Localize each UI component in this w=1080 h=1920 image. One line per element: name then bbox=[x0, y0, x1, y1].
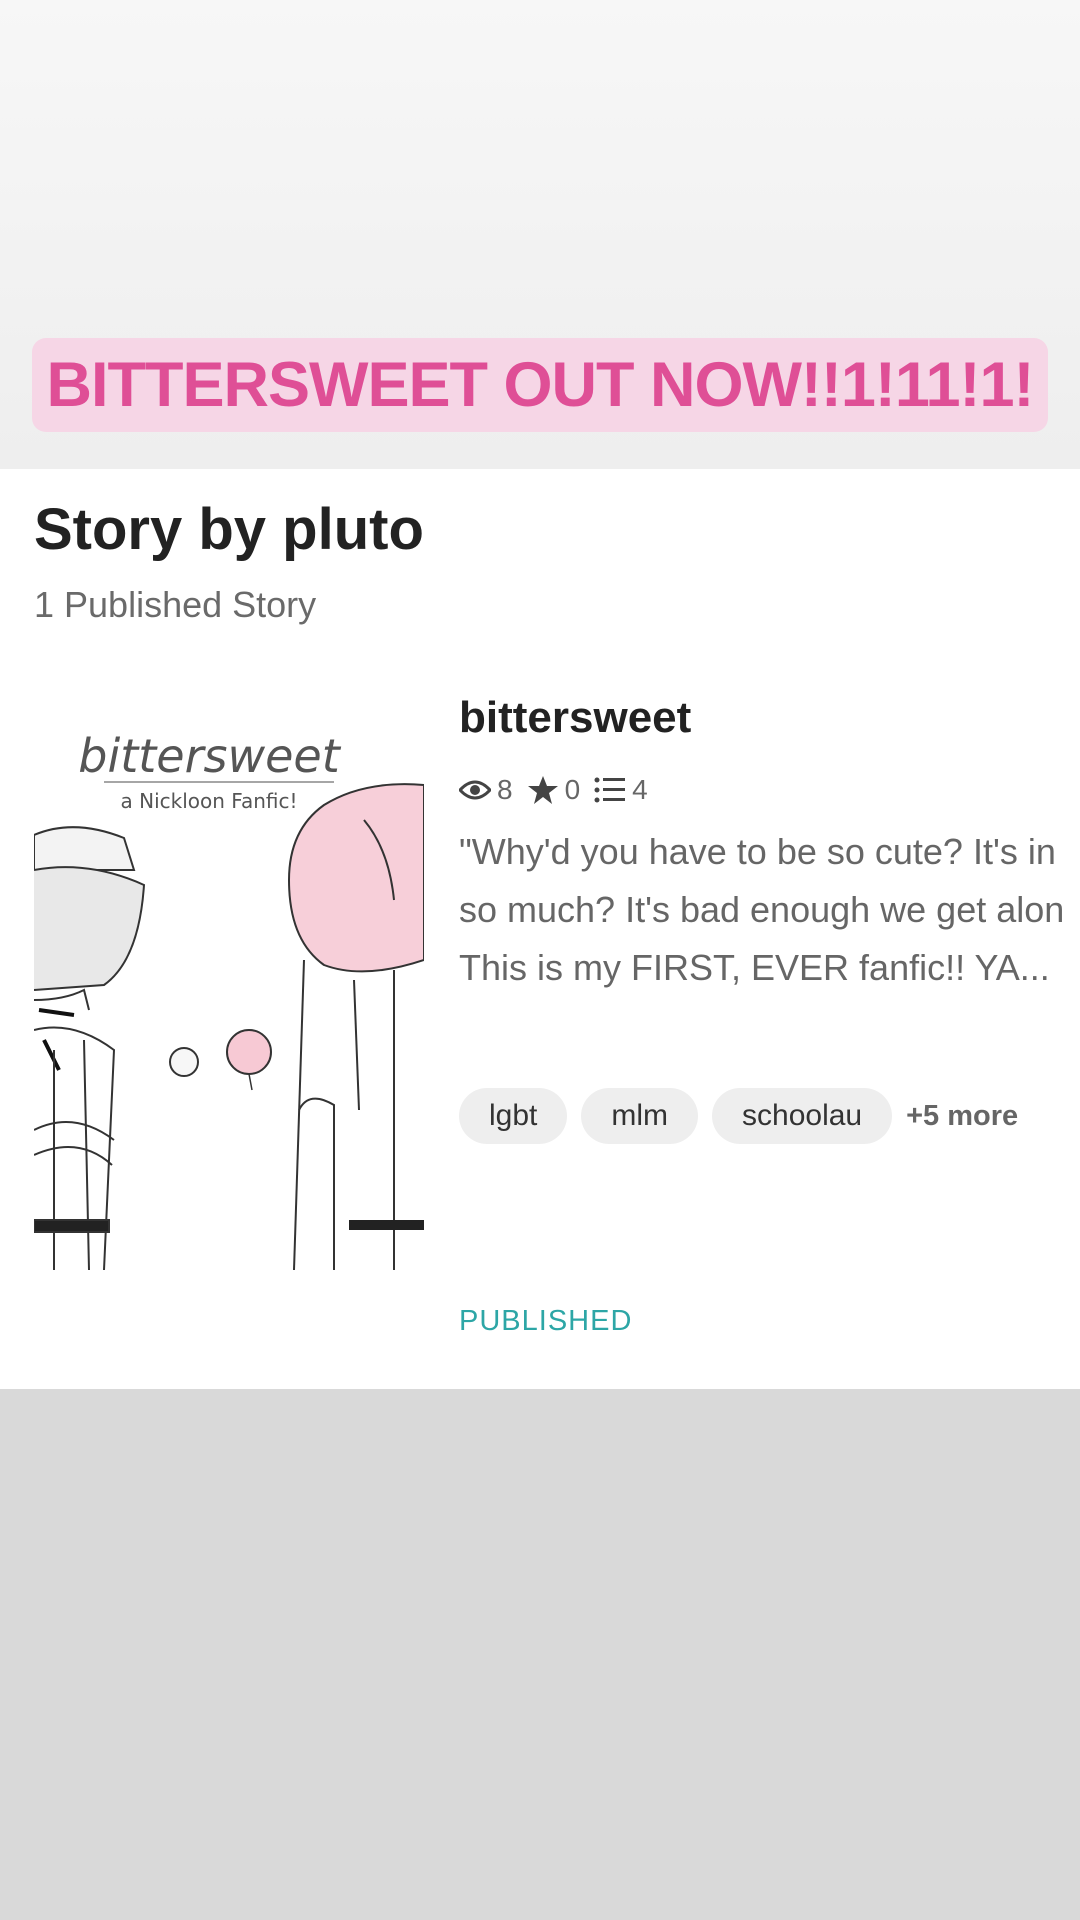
banner-text: BITTERSWEET OUT NOW!!1!11!1! bbox=[46, 350, 1034, 420]
parts-count: 4 bbox=[632, 774, 648, 805]
story-cover-image[interactable]: bittersweet a Nickloon Fanfic! bbox=[34, 710, 424, 1292]
story-description: "Why'd you have to be so cute? It's in s… bbox=[459, 823, 1080, 997]
announcement-banner: BITTERSWEET OUT NOW!!1!11!1! bbox=[32, 338, 1048, 432]
description-line: "Why'd you have to be so cute? It's in bbox=[459, 831, 1056, 872]
votes-stat: 0 bbox=[527, 774, 581, 806]
parts-stat: 4 bbox=[594, 774, 648, 806]
views-count: 8 bbox=[497, 774, 513, 805]
list-icon bbox=[594, 777, 626, 803]
votes-count: 0 bbox=[564, 774, 581, 805]
more-tags-link[interactable]: +5 more bbox=[906, 1100, 1018, 1133]
story-title-link[interactable]: bittersweet bbox=[459, 693, 691, 743]
cover-subtitle-text: a Nickloon Fanfic! bbox=[121, 789, 298, 813]
star-icon bbox=[527, 776, 558, 804]
views-stat: 8 bbox=[459, 774, 513, 806]
description-line: so much? It's bad enough we get alon bbox=[459, 889, 1065, 930]
published-count: 1 Published Story bbox=[34, 584, 317, 625]
story-list-card: Story by pluto 1 Published Story bitters… bbox=[0, 469, 1080, 1389]
eye-icon bbox=[459, 780, 491, 800]
tag-schoolau[interactable]: schoolau bbox=[712, 1088, 893, 1144]
tag-lgbt[interactable]: lgbt bbox=[459, 1088, 568, 1144]
page-title: Story by pluto bbox=[34, 497, 424, 562]
cover-title-text: bittersweet bbox=[78, 729, 341, 783]
tag-list: lgbt mlm schoolau +5 more bbox=[459, 1088, 1018, 1144]
description-line: This is my FIRST, EVER fanfic!! YA... bbox=[459, 947, 1050, 988]
story-stats: 8 0 4 bbox=[459, 773, 662, 807]
tag-mlm[interactable]: mlm bbox=[581, 1088, 699, 1144]
status-badge: PUBLISHED bbox=[459, 1305, 633, 1337]
